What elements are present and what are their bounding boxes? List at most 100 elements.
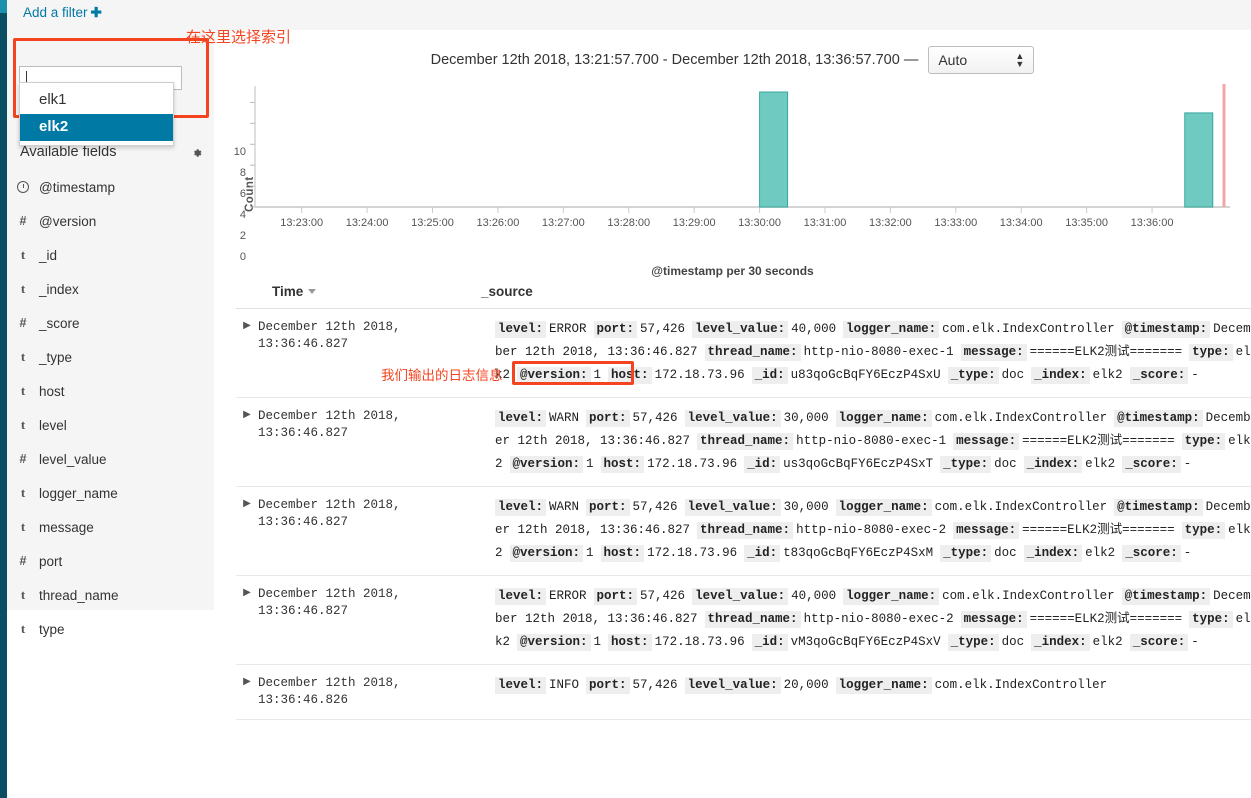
source-field-key: level: — [495, 410, 547, 427]
histogram-bar[interactable] — [759, 91, 789, 208]
source-field-value: 1 — [586, 546, 594, 560]
field-item-_score[interactable]: # _score — [7, 306, 214, 340]
source-field-key: thread_name: — [704, 344, 801, 361]
source-field-key: port: — [586, 410, 630, 427]
source-field-key: logger_name: — [835, 677, 932, 694]
y-tick-label: 10 — [233, 146, 246, 159]
table-row[interactable]: ▶ December 12th 2018, 13:36:46.827 level: W… — [236, 487, 1251, 576]
field-item-@version[interactable]: # @version — [7, 204, 214, 238]
source-field-key: _index: — [1023, 456, 1083, 473]
hash-icon: # — [19, 554, 27, 568]
histogram-chart: Count @timestamp per 30 seconds 0 2 4 6 8 10 … — [214, 82, 1251, 282]
row-source-value: level: ERROR port: 57,426 level_value: 40,000… — [495, 585, 1251, 654]
field-item-type[interactable]: t type — [7, 612, 214, 646]
source-field-value: 172.18.73.96 — [654, 368, 745, 382]
t-icon: t — [20, 247, 26, 262]
source-field-value: com.elk.IndexController — [934, 500, 1108, 514]
source-field-value: doc — [1001, 635, 1025, 649]
kibana-discover-page: Add a filter ✚ elk1 elk2 Available fields … — [0, 0, 1251, 798]
expand-row-icon[interactable]: ▶ — [236, 496, 258, 565]
plus-icon: ✚ — [90, 5, 102, 20]
x-tick-label: 13:29:00 — [672, 217, 716, 229]
index-pattern-dropdown[interactable]: elk1 elk2 — [19, 82, 174, 146]
field-name-label: _index — [39, 281, 79, 297]
field-item-level[interactable]: t level — [7, 408, 214, 442]
source-field-key: type: — [1189, 611, 1233, 628]
field-item-thread_name[interactable]: t thread_name — [7, 578, 214, 612]
expand-row-icon[interactable]: ▶ — [236, 318, 258, 387]
index-option-elk2[interactable]: elk2 — [20, 114, 173, 141]
source-field-value: INFO — [549, 678, 580, 692]
field-item-_id[interactable]: t _id — [7, 238, 214, 272]
row-time-value: December 12th 2018, 13:36:46.826 — [258, 676, 401, 707]
field-name-label: thread_name — [39, 587, 119, 603]
y-tick-label: 4 — [239, 209, 246, 222]
field-item-message[interactable]: t message — [7, 510, 214, 544]
time-range-header: December 12th 2018, 13:21:57.700 - Decem… — [214, 40, 1251, 80]
y-tick-label: 2 — [239, 230, 246, 243]
sidebar: elk1 elk2 Available fields @timestamp # @ve… — [7, 30, 214, 637]
y-tick-label: 0 — [239, 251, 246, 263]
expand-row-icon[interactable]: ▶ — [236, 585, 258, 654]
source-field-key: level_value: — [684, 499, 781, 516]
field-name-label: @version — [39, 213, 97, 229]
field-name-label: _score — [39, 315, 80, 331]
source-field-value: 30,000 — [783, 411, 829, 425]
source-field-key: level: — [495, 321, 547, 338]
column-header-time-label: Time — [272, 284, 304, 299]
hash-icon: # — [19, 452, 27, 466]
field-item-_index[interactable]: t _index — [7, 272, 214, 306]
expand-row-icon[interactable]: ▶ — [236, 674, 258, 709]
sort-desc-icon[interactable] — [308, 289, 317, 294]
source-field-value: 1 — [593, 635, 602, 649]
source-field-value: 172.18.73.96 — [647, 457, 738, 471]
field-name-label: host — [39, 383, 65, 399]
source-field-value: http-nio-8080-exec-2 — [796, 523, 947, 537]
field-item-host[interactable]: t host — [7, 374, 214, 408]
column-header-time[interactable]: Time — [236, 284, 481, 299]
x-tick-label: 13:27:00 — [541, 217, 585, 229]
table-row[interactable]: ▶ December 12th 2018, 13:36:46.826 level: I… — [236, 665, 1251, 720]
expand-row-icon[interactable]: ▶ — [236, 407, 258, 476]
source-field-key: logger_name: — [835, 499, 932, 516]
field-item-port[interactable]: # port — [7, 544, 214, 578]
add-filter-button[interactable]: Add a filter ✚ — [23, 5, 102, 21]
source-field-key: @version: — [517, 634, 591, 651]
source-field-value: - — [1191, 635, 1199, 649]
source-field-value: WARN — [549, 500, 580, 514]
table-row[interactable]: ▶ December 12th 2018, 13:36:46.827 level: E… — [236, 309, 1251, 398]
source-field-value: ======ELK2测试======= — [1022, 434, 1175, 448]
table-row[interactable]: ▶ December 12th 2018, 13:36:46.827 level: W… — [236, 398, 1251, 487]
source-field-key: @timestamp: — [1121, 588, 1211, 605]
source-field-key: _type: — [947, 367, 999, 384]
source-field-key: message: — [960, 344, 1027, 361]
interval-select[interactable]: Auto ▲ ▼ — [928, 46, 1035, 74]
source-field-key: _score: — [1122, 456, 1181, 473]
index-option-label: elk2 — [39, 118, 69, 135]
field-item-level_value[interactable]: # level_value — [7, 442, 214, 476]
index-option-elk1[interactable]: elk1 — [20, 87, 173, 114]
add-filter-label: Add a filter — [23, 5, 88, 20]
field-item-_type[interactable]: t _type — [7, 340, 214, 374]
source-field-key: @timestamp: — [1114, 499, 1203, 516]
source-field-key: message: — [953, 522, 1020, 539]
source-field-value: elk2 — [1085, 546, 1116, 560]
column-header-source[interactable]: _source — [481, 284, 533, 299]
t-icon: t — [20, 349, 26, 364]
source-field-value: 1 — [586, 457, 594, 471]
source-field-value: elk2 — [1092, 635, 1123, 649]
source-field-key: logger_name: — [843, 321, 940, 338]
histogram-bar[interactable] — [1184, 112, 1214, 208]
table-row[interactable]: ▶ December 12th 2018, 13:36:46.827 level: E… — [236, 576, 1251, 665]
field-name-label: _type — [39, 349, 73, 365]
x-tick-label: 13:33:00 — [934, 217, 978, 229]
hash-icon: # — [19, 214, 27, 228]
source-field-key: @timestamp: — [1121, 321, 1211, 338]
source-field-value: 172.18.73.96 — [647, 546, 738, 560]
source-field-value: u83qoGcBqFY6EczP4SxU — [790, 368, 941, 382]
field-item-@timestamp[interactable]: @timestamp — [7, 170, 214, 204]
field-item-logger_name[interactable]: t logger_name — [7, 476, 214, 510]
time-range-label[interactable]: December 12th 2018, 13:21:57.700 - Decem… — [431, 52, 919, 68]
gear-icon[interactable] — [191, 147, 203, 159]
clock-icon — [7, 179, 39, 195]
